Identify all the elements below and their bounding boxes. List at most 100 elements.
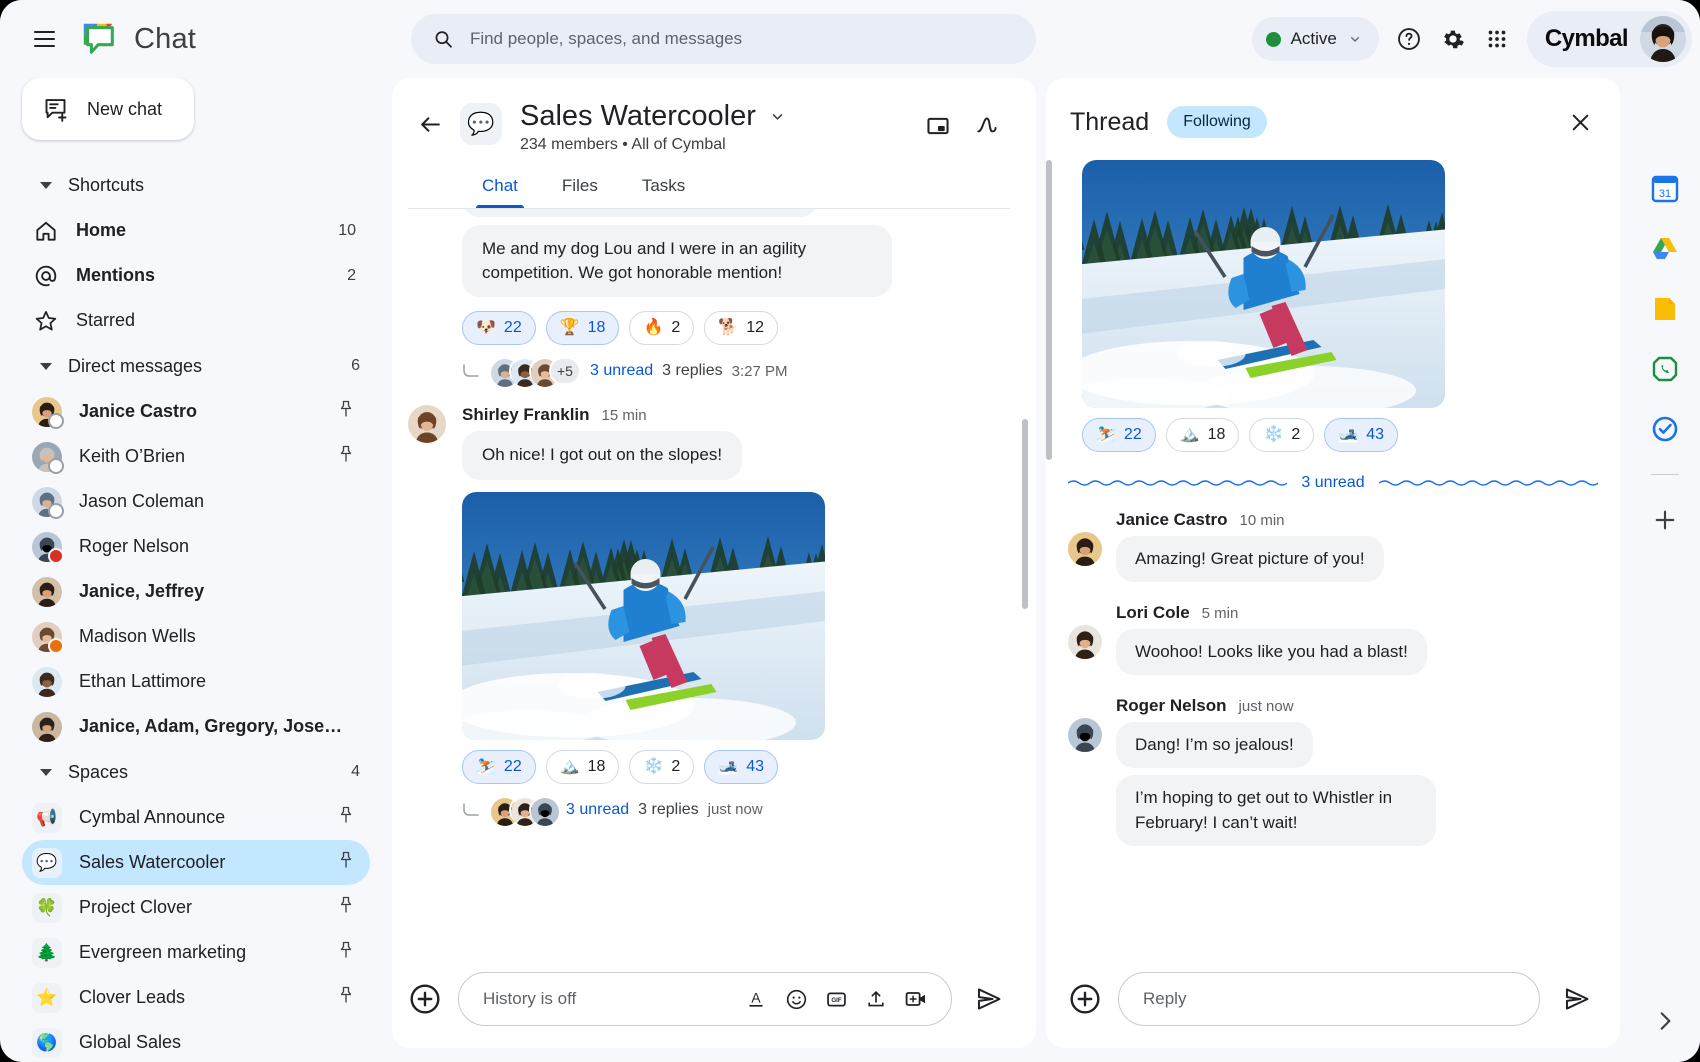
reaction-chip[interactable]: 🔥 2 (629, 311, 694, 345)
search-input[interactable] (470, 29, 1014, 49)
chevron-down-icon[interactable] (768, 107, 787, 126)
help-circle-icon[interactable] (1387, 17, 1431, 61)
reaction-chip[interactable]: ⛷️ 22 (462, 750, 536, 784)
reaction-chip[interactable]: 🏔️ 18 (1166, 418, 1240, 452)
account-chip[interactable]: Cymbal (1527, 11, 1692, 67)
search-box[interactable] (411, 14, 1036, 64)
unread-count: 10 (338, 222, 356, 240)
add-apps-icon[interactable] (1646, 501, 1684, 539)
sidebar-item-madison-wells[interactable]: Madison Wells (22, 614, 370, 659)
gear-icon[interactable] (1431, 17, 1475, 61)
message-input[interactable] (483, 989, 733, 1009)
reaction-chip[interactable]: 🎿 43 (1324, 418, 1398, 452)
signature-draw-icon[interactable] (966, 104, 1010, 148)
sidebar-item-cymbal-announce[interactable]: 📢Cymbal Announce (22, 795, 370, 840)
sidebar-item-home[interactable]: Home10 (22, 208, 370, 253)
reaction-emoji: 🏆 (560, 320, 580, 336)
picture-in-picture-icon[interactable] (916, 104, 960, 148)
collapse-caret-icon[interactable] (40, 769, 52, 776)
apps-grid-icon[interactable] (1475, 17, 1519, 61)
google-keep-icon[interactable] (1646, 290, 1684, 328)
conversation-panel: 💬 Sales Watercooler 234 members • All of… (392, 78, 1036, 1048)
reaction-chip[interactable]: ⛷️ 22 (1082, 418, 1156, 452)
sidebar-item-mentions[interactable]: Mentions2 (22, 253, 370, 298)
sidebar-item-evergreen-marketing[interactable]: 🌲Evergreen marketing (22, 930, 370, 975)
sidebar-item-roger-nelson[interactable]: Roger Nelson (22, 524, 370, 569)
collapse-caret-icon[interactable] (40, 363, 52, 370)
message-scrollbar[interactable] (1022, 419, 1028, 609)
pin-icon[interactable] (336, 399, 356, 419)
add-circle-icon[interactable] (1068, 982, 1102, 1016)
pin-icon[interactable] (336, 850, 356, 870)
thread-summary[interactable]: 3 unread 3 replies just now (462, 796, 1010, 824)
unread-link[interactable]: 3 unread (566, 801, 629, 819)
following-badge[interactable]: Following (1167, 106, 1267, 138)
tab-tasks[interactable]: Tasks (624, 168, 703, 208)
add-circle-icon[interactable] (408, 982, 442, 1016)
pin-icon[interactable] (336, 805, 356, 825)
google-voice-icon[interactable] (1646, 350, 1684, 388)
avatar (32, 712, 62, 742)
send-icon[interactable] (968, 978, 1010, 1020)
video-meeting-icon[interactable] (899, 982, 933, 1016)
close-icon[interactable] (1558, 100, 1602, 144)
hamburger-menu-icon[interactable] (22, 17, 66, 61)
pin-icon[interactable] (336, 895, 356, 915)
expand-panel-icon[interactable] (1646, 1002, 1684, 1040)
new-chat-button[interactable]: New chat (22, 78, 194, 140)
pin-icon[interactable] (336, 444, 356, 464)
reaction-chip[interactable]: 🏔️ 18 (546, 750, 620, 784)
google-calendar-icon[interactable]: 31 (1646, 170, 1684, 208)
send-icon[interactable] (1556, 978, 1598, 1020)
section-header-direct-messages[interactable]: Direct messages 6 (22, 343, 370, 389)
reaction-chip[interactable]: 🐶 22 (462, 311, 536, 345)
sidebar-item-project-clover[interactable]: 🍀Project Clover (22, 885, 370, 930)
thread-reply-box[interactable] (1118, 972, 1540, 1026)
reaction-chip[interactable]: ❄️ 2 (1249, 418, 1314, 452)
sidebar-item-starred[interactable]: Starred (22, 298, 370, 343)
tab-chat[interactable]: Chat (464, 168, 536, 208)
unread-link[interactable]: 3 unread (590, 362, 653, 380)
thread-summary[interactable]: +5 3 unread 3 replies 3:27 PM (462, 357, 1010, 385)
sidebar-item-janice-castro[interactable]: Janice Castro (22, 389, 370, 434)
upload-file-icon[interactable] (859, 982, 893, 1016)
reaction-chip[interactable]: 🐕 12 (704, 311, 778, 345)
section-header-spaces[interactable]: Spaces 4 (22, 749, 370, 795)
back-arrow-icon[interactable] (408, 102, 452, 146)
message-composer[interactable]: A GIF (458, 972, 952, 1026)
pin-icon[interactable] (336, 985, 356, 1005)
reaction-chip[interactable]: ❄️ 2 (629, 750, 694, 784)
sidebar-item-sales-watercooler[interactable]: 💬Sales Watercooler (22, 840, 370, 885)
reaction-chip[interactable]: 🎿 43 (704, 750, 778, 784)
reaction-count: 18 (588, 759, 606, 775)
sidebar-item-global-sales[interactable]: 🌎Global Sales (22, 1020, 370, 1062)
thread-reply-input[interactable] (1143, 989, 1521, 1009)
skier-photo[interactable] (462, 492, 825, 740)
reaction-chip[interactable]: 🏆 18 (546, 311, 620, 345)
sidebar-item-janice-adam-gregory-jose[interactable]: Janice, Adam, Gregory, Jose… (22, 704, 370, 749)
google-tasks-icon[interactable] (1646, 410, 1684, 448)
google-drive-icon[interactable] (1646, 230, 1684, 268)
status-selector[interactable]: Active (1252, 17, 1379, 61)
star-outline-icon (32, 307, 59, 334)
user-avatar[interactable] (1640, 16, 1686, 62)
collapse-caret-icon[interactable] (40, 182, 52, 189)
gif-icon[interactable]: GIF (819, 982, 853, 1016)
sidebar-item-keith-o-brien[interactable]: Keith O’Brien (22, 434, 370, 479)
emoji-icon[interactable] (779, 982, 813, 1016)
reply-sender-name: Lori Cole (1116, 603, 1190, 623)
reaction-emoji: 🐕 (718, 320, 738, 336)
text-format-icon[interactable]: A (739, 982, 773, 1016)
reaction-emoji: ❄️ (643, 759, 663, 775)
thread-scrollbar[interactable] (1046, 160, 1052, 460)
pin-icon[interactable] (336, 940, 356, 960)
skier-photo[interactable] (1082, 160, 1445, 408)
sidebar-item-janice-jeffrey[interactable]: Janice, Jeffrey (22, 569, 370, 614)
tab-files[interactable]: Files (544, 168, 616, 208)
sidebar-item-jason-coleman[interactable]: Jason Coleman (22, 479, 370, 524)
sidebar-item-clover-leads[interactable]: ⭐Clover Leads (22, 975, 370, 1020)
reply-count: 3 replies (662, 362, 722, 380)
section-header-shortcuts[interactable]: Shortcuts (22, 162, 370, 208)
reply-timestamp: just now (1239, 698, 1294, 715)
sidebar-item-ethan-lattimore[interactable]: Ethan Lattimore (22, 659, 370, 704)
